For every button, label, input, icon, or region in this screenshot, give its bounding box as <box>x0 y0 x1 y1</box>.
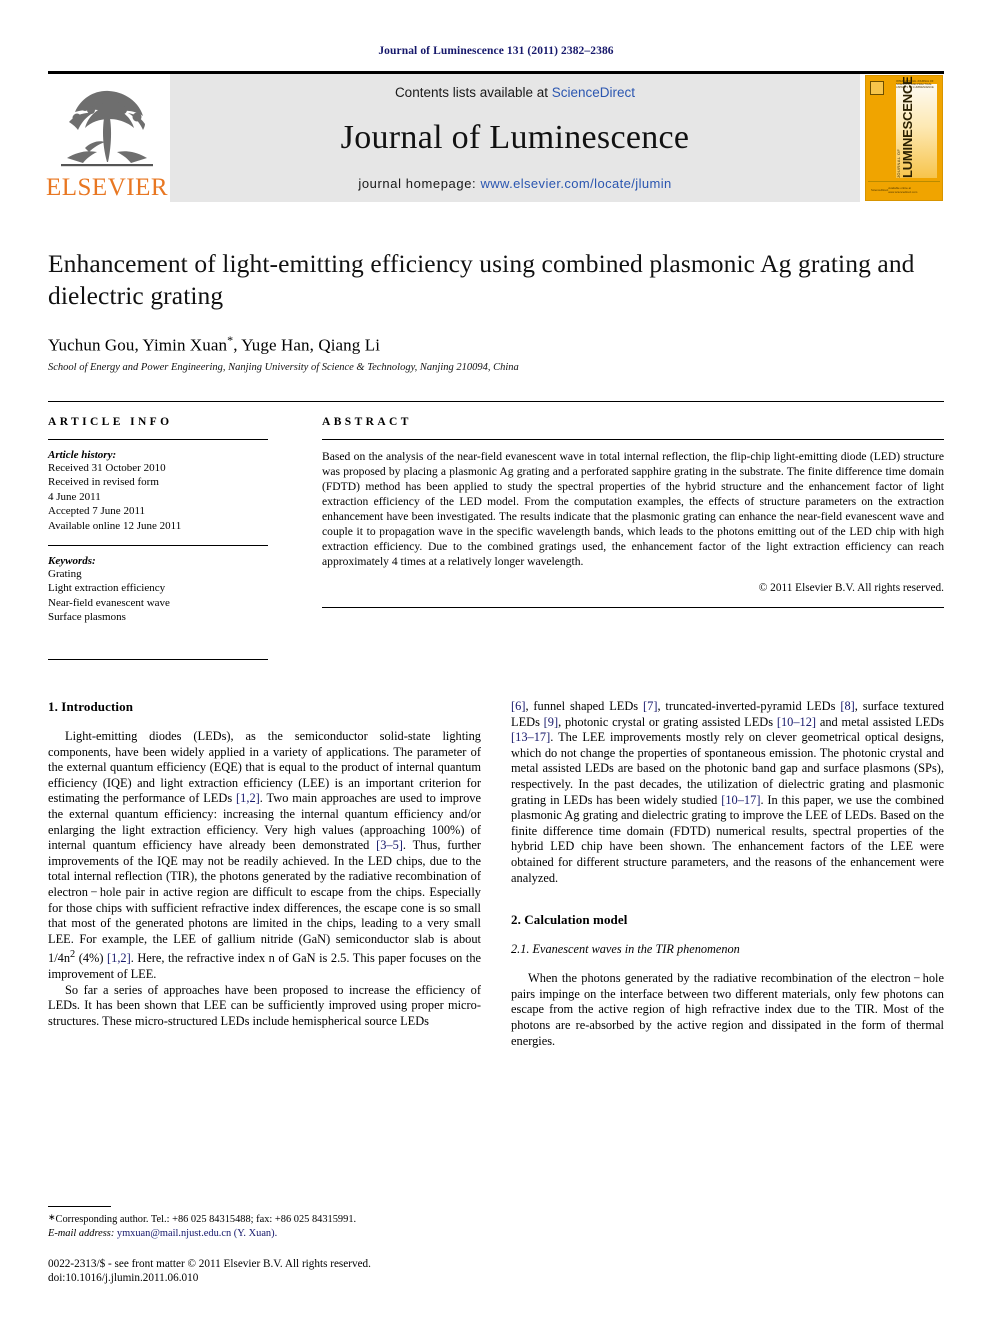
corresponding-author-footnote: ∗Corresponding author. Tel.: +86 025 843… <box>48 1211 478 1226</box>
contents-prefix: Contents lists available at <box>394 85 552 100</box>
doi-line[interactable]: doi:10.1016/j.jlumin.2011.06.010 <box>48 1271 478 1285</box>
history-item: Received in revised form <box>48 476 159 489</box>
elsevier-tree-icon <box>61 90 153 167</box>
citation-link-13-17[interactable]: [13–17] <box>511 730 550 744</box>
citation-link-6[interactable]: [6] <box>511 699 525 713</box>
email-footnote: E-mail address: ymxuan@mail.njust.edu.cn… <box>48 1227 478 1240</box>
footnote-block: ∗Corresponding author. Tel.: +86 025 843… <box>48 1206 478 1285</box>
article-title: Enhancement of light-emitting efficiency… <box>48 249 915 310</box>
cover-elsevier-icon <box>870 81 884 95</box>
author-list: Yuchun Gou, Yimin Xuan*, Yuge Han, Qiang… <box>48 333 944 356</box>
calc-paragraph-1: When the photons generated by the radiat… <box>511 971 944 1048</box>
history-item: Received 31 October 2010 <box>48 461 166 474</box>
cover-footer: ScienceDirect Available online at www.sc… <box>868 181 940 198</box>
citation-link-10-12[interactable]: [10–12] <box>777 715 816 729</box>
intro2-text-b: , funnel shaped LEDs <box>525 699 644 713</box>
abstract-text: Based on the analysis of the near-field … <box>322 449 944 569</box>
authors-tail: , Yuge Han, Qiang Li <box>233 335 381 355</box>
corresponding-author-text: Corresponding author. Tel.: +86 025 8431… <box>55 1214 357 1226</box>
running-head: Journal of Luminescence 131 (2011) 2382–… <box>378 45 614 57</box>
abstract-label: ABSTRACT <box>322 415 412 428</box>
abstract-divider <box>322 438 944 440</box>
citation-link-1-2-second[interactable]: [1,2] <box>107 951 131 965</box>
journal-homepage-line: journal homepage: www.elsevier.com/locat… <box>358 176 671 191</box>
keyword-item: Light extraction efficiency <box>48 582 166 595</box>
info-abstract-block: ARTICLE INFO Article history: Received 3… <box>48 400 944 669</box>
intro-text-d: (4%) <box>75 951 107 966</box>
article-info-divider <box>48 438 268 440</box>
keyword-item: Near-field evanescent wave <box>48 596 170 609</box>
footnote-divider <box>48 1206 111 1208</box>
abstract-copyright: © 2011 Elsevier B.V. All rights reserved… <box>758 582 944 595</box>
article-history-heading: Article history: <box>48 448 117 461</box>
section-heading-calculation-model: 2. Calculation model <box>511 912 628 928</box>
abstract-column: ABSTRACT Based on the analysis of the ne… <box>288 416 944 669</box>
title-block: Enhancement of light-emitting efficiency… <box>48 248 944 373</box>
contents-available-line: Contents lists available at ScienceDirec… <box>395 85 635 100</box>
sciencedirect-link[interactable]: ScienceDirect <box>552 85 635 100</box>
homepage-prefix: journal homepage: <box>358 176 481 191</box>
asterisk-icon: ∗ <box>48 1212 56 1223</box>
elsevier-logo: ELSEVIER <box>45 74 169 202</box>
keyword-item: Grating <box>48 567 82 580</box>
intro2-text-a: So far a series of approaches have been … <box>48 982 481 1028</box>
journal-masthead: ELSEVIER Contents lists available at Sci… <box>45 71 944 202</box>
cover-footer-right: Available online at www.sciencedirect.co… <box>888 186 918 194</box>
cover-panel <box>896 84 937 178</box>
intro-paragraph-2-start: So far a series of approaches have been … <box>48 983 481 1030</box>
body-columns: 1. Introduction Light-emitting diodes (L… <box>48 699 944 1049</box>
paper-page: Journal of Luminescence 131 (2011) 2382–… <box>0 0 992 1323</box>
history-item: Accepted 7 June 2011 <box>48 505 146 518</box>
citation-link-9[interactable]: [9] <box>544 715 558 729</box>
email-link[interactable]: ymxuan@mail.njust.edu.cn (Y. Xuan). <box>114 1228 277 1239</box>
keywords-block: Keywords: Grating Light extraction effic… <box>48 555 268 625</box>
citation-link-7[interactable]: [7] <box>643 699 657 713</box>
authors-head: Yuchun Gou, Yimin Xuan <box>48 335 228 355</box>
issn-copyright-block: 0022-2313/$ - see front matter © 2011 El… <box>48 1257 478 1285</box>
intro2-text-f: and metal assisted LEDs <box>816 714 944 729</box>
keywords-heading: Keywords: <box>48 554 96 567</box>
journal-cover-thumbnail: INTERNATIONAL JOURNAL OF SCIENTIFIC AND … <box>864 74 944 202</box>
article-info-label: ARTICLE INFO <box>48 415 173 428</box>
keyword-item: Surface plasmons <box>48 611 126 624</box>
intro-paragraph-1: Light-emitting diodes (LEDs), as the sem… <box>48 729 481 983</box>
journal-title: Journal of Luminescence <box>340 119 690 156</box>
keywords-divider <box>48 544 268 546</box>
masthead-center: Contents lists available at ScienceDirec… <box>170 74 860 202</box>
abstract-bottom-divider <box>322 607 944 609</box>
article-info-column: ARTICLE INFO Article history: Received 3… <box>48 416 288 669</box>
body-column-right: [6], funnel shaped LEDs [7], truncated-i… <box>511 699 944 1049</box>
body-column-left: 1. Introduction Light-emitting diodes (L… <box>48 699 481 1049</box>
cover-image: INTERNATIONAL JOURNAL OF SCIENTIFIC AND … <box>865 75 943 201</box>
homepage-url-link[interactable]: www.elsevier.com/locate/jlumin <box>480 176 671 191</box>
email-label: E-mail address: <box>48 1227 115 1239</box>
issn-line: 0022-2313/$ - see front matter © 2011 El… <box>48 1258 371 1270</box>
affiliation: School of Energy and Power Engineering, … <box>48 361 519 373</box>
citation-link-1-2[interactable]: [1,2] <box>236 791 260 805</box>
intro2-text-e: , photonic crystal or grating assisted L… <box>558 714 777 729</box>
cover-footer-left: ScienceDirect <box>871 188 889 192</box>
intro2-text-c: , truncated-inverted-pyramid LEDs <box>657 699 841 713</box>
cover-masthead-text: INTERNATIONAL JOURNAL OF SCIENTIFIC AND … <box>896 80 934 89</box>
history-item: 4 June 2011 <box>48 490 101 503</box>
citation-link-10-17[interactable]: [10–17] <box>721 793 760 807</box>
intro-text-c: . Thus, further improvements of the IQE … <box>48 838 481 966</box>
subsection-heading-evanescent-waves: 2.1. Evanescent waves in the TIR phenome… <box>511 942 740 957</box>
elsevier-wordmark: ELSEVIER <box>45 174 169 201</box>
intro-paragraph-2-continued: [6], funnel shaped LEDs [7], truncated-i… <box>511 699 944 886</box>
citation-link-3-5[interactable]: [3–5] <box>376 838 403 852</box>
history-item: Available online 12 June 2011 <box>48 520 182 533</box>
article-info-bottom-divider <box>48 659 268 660</box>
citation-link-8[interactable]: [8] <box>840 699 854 713</box>
section-heading-introduction: 1. Introduction <box>48 699 134 714</box>
